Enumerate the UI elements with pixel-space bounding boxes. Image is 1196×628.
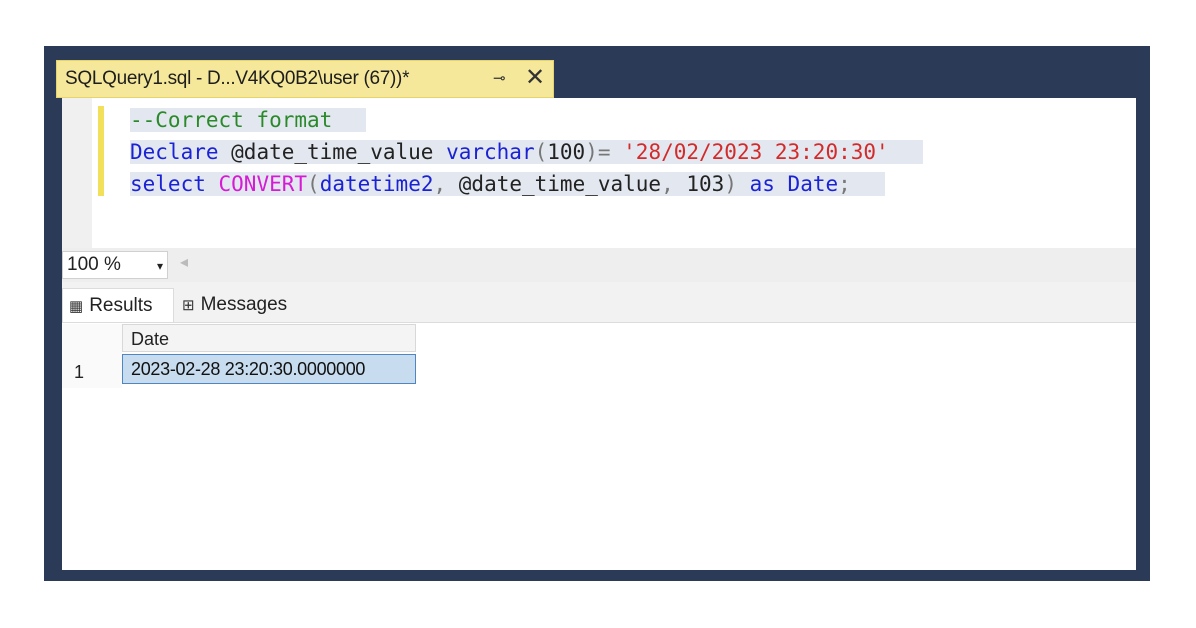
- tab-messages-label: Messages: [200, 294, 288, 315]
- code-token: 100: [547, 140, 586, 164]
- code-token: =: [597, 140, 624, 164]
- code-token: ): [585, 140, 598, 164]
- code-token: varchar: [446, 140, 535, 164]
- code-token: '28/02/2023 23:20:30': [623, 140, 889, 164]
- zoom-bar: 100 % ▾ ◂: [62, 248, 1136, 282]
- code-token: Date: [787, 172, 839, 196]
- tab-results[interactable]: ▦ Results: [62, 288, 174, 322]
- ssms-window: SQLQuery1.sql - D...V4KQ0B2\user (67))* …: [44, 46, 1150, 581]
- grid-icon: ▦: [69, 297, 84, 315]
- zoom-select[interactable]: 100 % ▾: [62, 251, 168, 279]
- tab-results-label: Results: [89, 294, 153, 316]
- code-token: (: [307, 172, 320, 196]
- document-tabstrip: SQLQuery1.sql - D...V4KQ0B2\user (67))* …: [44, 46, 1150, 98]
- code-token: CONVERT: [218, 172, 308, 196]
- code-token: select: [130, 172, 219, 196]
- code-token: (: [534, 140, 548, 164]
- code-token: ;: [838, 172, 851, 196]
- code-token: @date_time_value: [458, 172, 662, 196]
- code-token: @date_time_value: [231, 140, 447, 164]
- code-token: ): [724, 172, 750, 196]
- column-header-date[interactable]: Date: [122, 324, 416, 352]
- code-token: as: [749, 172, 788, 196]
- row-number[interactable]: 1: [74, 362, 84, 383]
- code-token: Declare: [130, 140, 232, 164]
- scroll-left-icon[interactable]: ◂: [180, 252, 188, 272]
- code-token: --Correct format: [130, 108, 333, 132]
- code-token: datetime2: [319, 172, 434, 196]
- messages-icon: ⊞: [182, 297, 195, 314]
- pin-icon[interactable]: ⊸: [493, 69, 506, 87]
- result-cell[interactable]: 2023-02-28 23:20:30.0000000: [122, 354, 416, 384]
- change-tracking-bar: [98, 106, 104, 196]
- zoom-value: 100 %: [67, 254, 121, 275]
- row-header-column: [62, 324, 122, 388]
- code-line[interactable]: --Correct format: [130, 104, 923, 136]
- code-line[interactable]: select CONVERT(datetime2, @date_time_val…: [130, 168, 923, 200]
- results-tabstrip: ▦ Results ⊞ Messages: [62, 282, 1136, 323]
- code-selection: Declare @date_time_value varchar(100)= '…: [130, 140, 923, 164]
- query-tab-title: SQLQuery1.sql - D...V4KQ0B2\user (67))*: [65, 68, 410, 89]
- code-token: ,: [661, 172, 687, 196]
- code-selection: --Correct format: [130, 108, 367, 132]
- chevron-down-icon[interactable]: ▾: [157, 253, 163, 279]
- code-selection: select CONVERT(datetime2, @date_time_val…: [130, 172, 885, 196]
- code-token: 103: [686, 172, 725, 196]
- code-line[interactable]: Declare @date_time_value varchar(100)= '…: [130, 136, 923, 168]
- query-tab[interactable]: SQLQuery1.sql - D...V4KQ0B2\user (67))* …: [56, 60, 554, 98]
- tab-messages[interactable]: ⊞ Messages: [176, 288, 306, 322]
- close-icon[interactable]: ✕: [525, 63, 545, 92]
- code-token: ,: [433, 172, 459, 196]
- code-area[interactable]: --Correct format Declare @date_time_value…: [130, 104, 923, 200]
- results-pane: ▦ Results ⊞ Messages Date 1 2023-02-28 2…: [62, 282, 1136, 570]
